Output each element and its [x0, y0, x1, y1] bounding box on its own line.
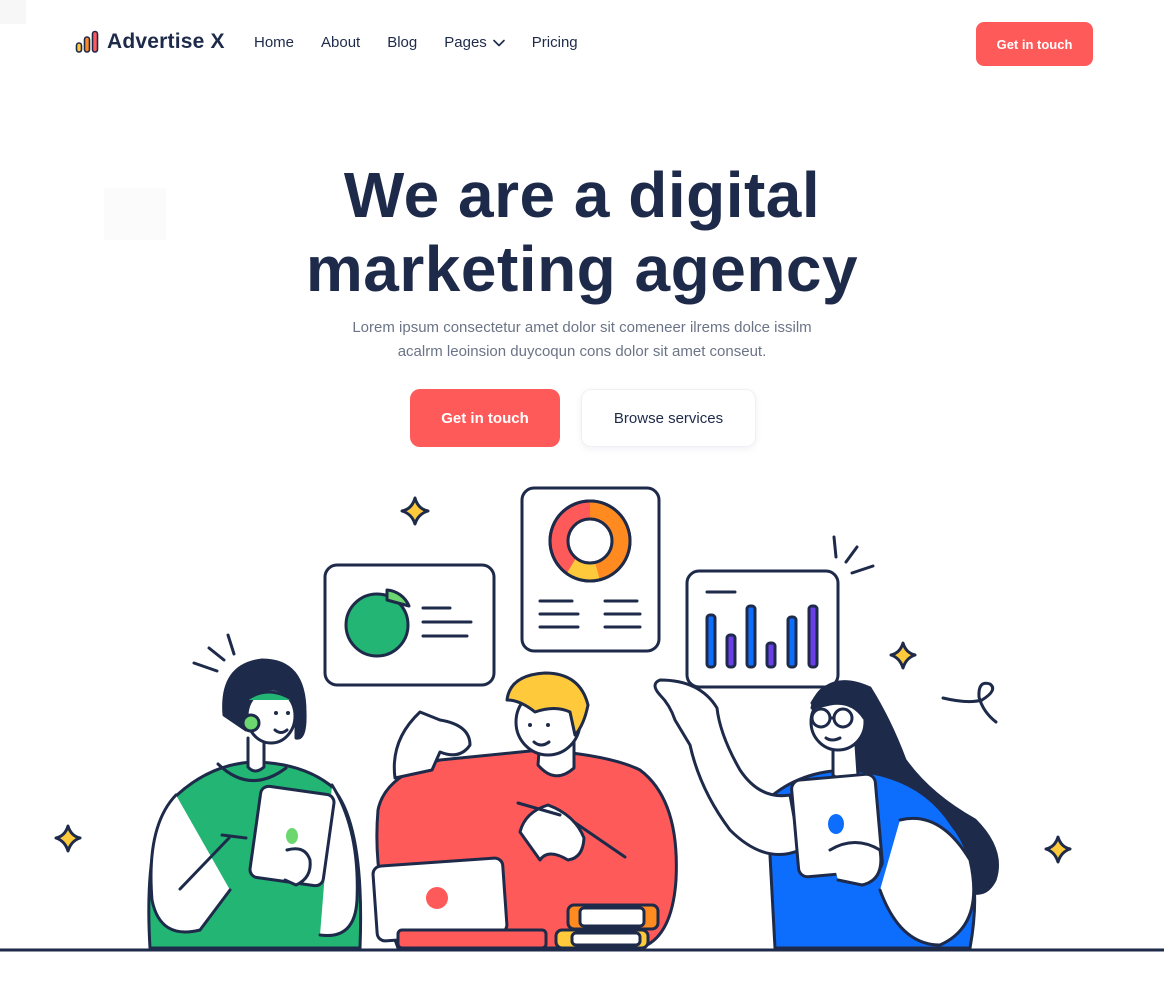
corner-decoration [0, 0, 26, 24]
hero-subtitle-line: Lorem ipsum consectetur amet dolor sit c… [352, 319, 812, 336]
nav-link-label: Home [254, 34, 295, 51]
hero-subtitle-line: acalrm leoinsion duycoqun cons dolor sit… [397, 343, 767, 360]
nav-link-label: Pricing [531, 34, 578, 51]
hero-title-line: We are a digital [343, 159, 821, 231]
top-navigation: Advertise X Home About Blog Pages Pricin… [0, 22, 1164, 66]
header-get-in-touch-button[interactable]: Get in touch [976, 22, 1093, 66]
nav-link-label: Blog [387, 34, 418, 51]
sparkle-icon [400, 496, 430, 526]
hero-title-line: marketing agency [305, 233, 859, 305]
hero-title: We are a digital marketing agency [0, 158, 1164, 306]
hero-get-in-touch-button[interactable]: Get in touch [410, 389, 560, 447]
nav-link-blog[interactable]: Blog [387, 34, 417, 51]
bar-chart-logo-icon [75, 30, 99, 53]
hero-subtitle: Lorem ipsum consectetur amet dolor sit c… [0, 316, 1164, 364]
nav-link-pages[interactable]: Pages [444, 34, 505, 51]
nav-link-label: About [321, 34, 361, 51]
sparkle-icon [1044, 835, 1072, 864]
browse-services-button[interactable]: Browse services [581, 389, 756, 447]
chevron-down-icon [492, 39, 505, 46]
brand-name: Advertise X [107, 30, 225, 53]
nav-link-about[interactable]: About [321, 34, 360, 51]
nav-link-pricing[interactable]: Pricing [532, 34, 578, 51]
nav-link-home[interactable]: Home [254, 34, 294, 51]
brand-logo[interactable]: Advertise X [75, 30, 225, 54]
sparkle-icon [889, 641, 917, 670]
team-illustration [0, 486, 1164, 952]
nav-link-label: Pages [444, 34, 487, 51]
sparkle-icon [54, 824, 82, 853]
main-menu: Home About Blog Pages Pricing [254, 34, 578, 51]
